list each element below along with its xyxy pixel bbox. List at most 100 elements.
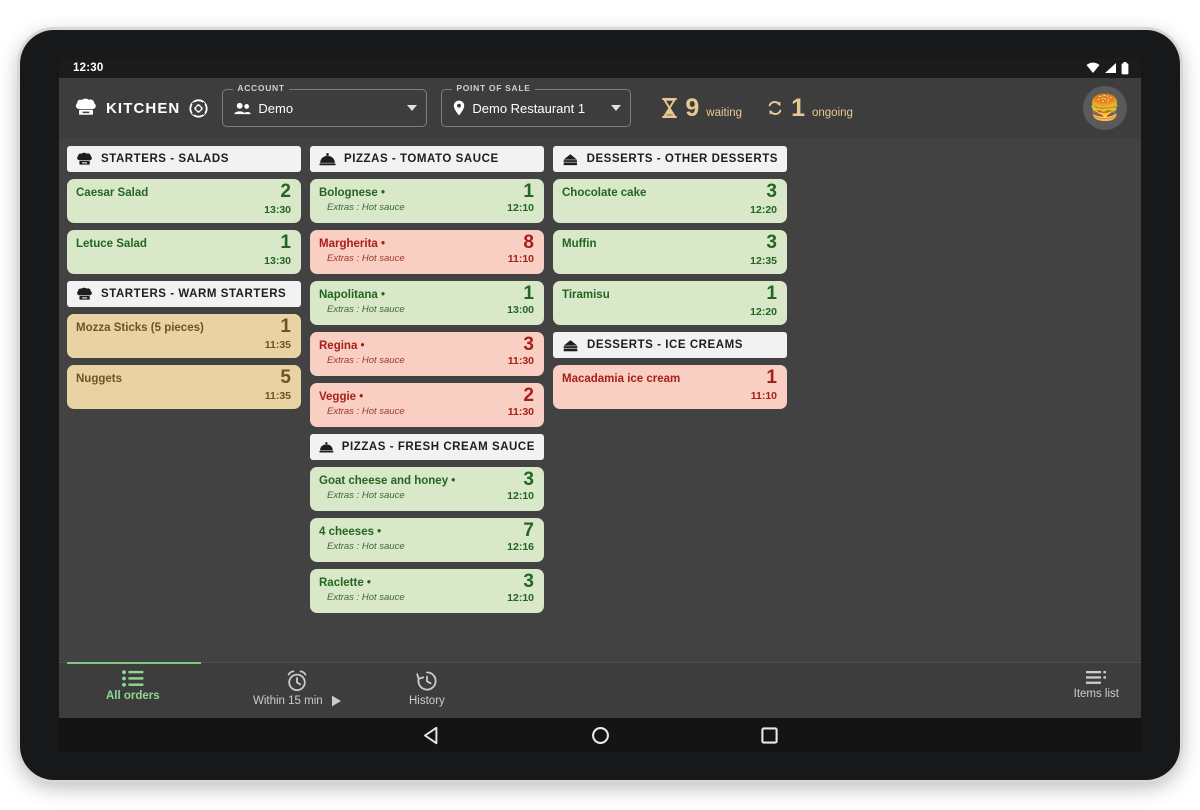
order-item-name: Letuce Salad [76, 238, 147, 250]
order-card-top-row: Bolognese • 1 [319, 181, 534, 202]
order-card-top-row: Macadamia ice cream 1 [562, 367, 777, 388]
point-of-sale-select-legend: POINT OF SALE [452, 83, 535, 93]
order-item-name: Regina • [319, 340, 365, 352]
order-card[interactable]: Caesar Salad 2 13:30 [67, 179, 301, 223]
order-item-name: Caesar Salad [76, 187, 149, 199]
order-card-bottom-row: 11:10 [562, 390, 777, 402]
chevron-down-icon[interactable] [611, 105, 622, 111]
order-item-name: Nuggets [76, 373, 122, 385]
app-title: KITCHEN [106, 99, 181, 117]
android-status-bar: 12:30 [59, 58, 1141, 78]
order-extras: Extras : Hot sauce [327, 406, 405, 418]
order-card-top-row: Raclette • 3 [319, 572, 534, 591]
order-card[interactable]: Napolitana • 1 Extras : Hot sauce 13:00 [310, 281, 544, 325]
order-item-name: Veggie • [319, 391, 364, 403]
chevron-down-icon[interactable] [407, 105, 418, 111]
back-triangle-icon[interactable] [422, 726, 441, 745]
order-time: 11:30 [507, 355, 534, 368]
avatar[interactable]: 🍔 [1083, 86, 1127, 130]
point-of-sale-select-value: Demo Restaurant 1 [472, 100, 586, 116]
order-card[interactable]: Letuce Salad 1 13:30 [67, 230, 301, 274]
cake-slice-icon [563, 339, 578, 351]
order-item-name: Margherita • [319, 238, 386, 250]
order-quantity: 2 [280, 181, 291, 202]
order-extras: Extras : Hot sauce [327, 253, 405, 265]
order-item-name: Raclette • [319, 577, 371, 589]
section-header-title: STARTERS - WARM STARTERS [101, 288, 287, 300]
section-header[interactable]: STARTERS - SALADS [67, 146, 301, 172]
order-card[interactable]: Muffin 3 12:35 [553, 230, 787, 274]
order-card-bottom-row: 12:35 [562, 255, 777, 267]
account-select[interactable]: ACCOUNT Demo [222, 83, 428, 127]
ongoing-count: 1 [791, 93, 805, 122]
board-column: DESSERTS - OTHER DESSERTS Chocolate cake 3… [553, 146, 787, 409]
order-card[interactable]: Goat cheese and honey • 3 Extras : Hot sau… [310, 467, 544, 511]
order-time: 13:00 [507, 304, 534, 317]
order-card[interactable]: Macadamia ice cream 1 11:10 [553, 365, 787, 409]
order-card[interactable]: Raclette • 3 Extras : Hot sauce 12:10 [310, 569, 544, 613]
order-quantity: 3 [523, 334, 534, 355]
order-item-name: Chocolate cake [562, 187, 647, 199]
nav-history[interactable]: History [409, 670, 445, 707]
ongoing-label: ongoing [812, 106, 853, 119]
recents-square-icon[interactable] [760, 726, 779, 745]
order-card-bottom-row: 12:20 [562, 306, 777, 318]
order-card-bottom-row: Extras : Hot sauce 11:10 [319, 253, 534, 265]
nav-all-orders[interactable]: All orders [106, 670, 160, 702]
order-card-top-row: Caesar Salad 2 [76, 181, 291, 202]
order-time: 12:20 [750, 204, 777, 217]
order-item-name: Napolitana • [319, 289, 386, 301]
signal-icon [1105, 63, 1116, 73]
order-card[interactable]: Veggie • 2 Extras : Hot sauce 11:30 [310, 383, 544, 427]
section-header-title: STARTERS - SALADS [101, 153, 229, 165]
nav-items-list[interactable]: Items list [1074, 670, 1119, 700]
order-card-top-row: Chocolate cake 3 [562, 182, 777, 201]
order-card[interactable]: Bolognese • 1 Extras : Hot sauce 12:10 [310, 179, 544, 223]
order-card[interactable]: Regina • 3 Extras : Hot sauce 11:30 [310, 332, 544, 376]
section-header[interactable]: STARTERS - WARM STARTERS [67, 281, 301, 307]
battery-icon [1121, 61, 1129, 74]
target-settings-icon[interactable] [189, 98, 208, 118]
order-time: 11:30 [507, 406, 534, 419]
order-quantity: 1 [766, 367, 777, 388]
section-header[interactable]: PIZZAS - FRESH CREAM SAUCE [310, 434, 544, 460]
order-card[interactable]: Chocolate cake 3 12:20 [553, 179, 787, 223]
order-card[interactable]: Margherita • 8 Extras : Hot sauce 11:10 [310, 230, 544, 274]
section-header[interactable]: PIZZAS - TOMATO SAUCE [310, 146, 544, 172]
section-header[interactable]: DESSERTS - OTHER DESSERTS [553, 146, 787, 172]
order-item-name: Goat cheese and honey • [319, 475, 456, 487]
order-time: 12:20 [750, 306, 777, 319]
nav-within-15-min[interactable]: Within 15 min [253, 670, 342, 707]
cake-slice-icon [563, 153, 577, 165]
order-quantity: 8 [523, 232, 534, 253]
order-card-bottom-row: 13:30 [76, 204, 291, 216]
order-item-name: Bolognese • [319, 187, 386, 199]
home-circle-icon[interactable] [591, 726, 610, 745]
order-card[interactable]: Tiramisu 1 12:20 [553, 281, 787, 325]
order-card[interactable]: Mozza Sticks (5 pieces) 1 11:35 [67, 314, 301, 358]
play-triangle-icon[interactable] [331, 695, 342, 707]
waiting-label: waiting [706, 106, 743, 119]
section-header[interactable]: DESSERTS - ICE CREAMS [553, 332, 787, 358]
nav-within-15-min-label: Within 15 min [253, 695, 323, 707]
order-card-top-row: Regina • 3 [319, 334, 534, 355]
order-card-top-row: Letuce Salad 1 [76, 233, 291, 252]
board-column: STARTERS - SALADS Caesar Salad 2 13:30 Letuc… [67, 146, 301, 409]
order-card-top-row: 4 cheeses • 7 [319, 520, 534, 541]
order-time: 12:10 [507, 592, 534, 605]
order-card-bottom-row: Extras : Hot sauce 13:00 [319, 304, 534, 316]
alarm-clock-icon [288, 670, 307, 692]
order-card-bottom-row: Extras : Hot sauce 12:10 [319, 490, 534, 502]
order-quantity: 7 [523, 520, 534, 541]
order-card[interactable]: 4 cheeses • 7 Extras : Hot sauce 12:16 [310, 518, 544, 562]
order-card-bottom-row: Extras : Hot sauce 12:10 [319, 202, 534, 214]
order-quantity: 1 [523, 181, 534, 202]
order-card[interactable]: Nuggets 5 11:35 [67, 365, 301, 409]
account-select-value: Demo [258, 100, 294, 116]
order-card-bottom-row: Extras : Hot sauce 11:30 [319, 355, 534, 367]
order-time: 11:10 [750, 390, 777, 403]
nav-items-list-label: Items list [1073, 688, 1119, 700]
order-item-name: Mozza Sticks (5 pieces) [76, 322, 204, 334]
order-time: 11:35 [264, 390, 291, 403]
point-of-sale-select[interactable]: POINT OF SALE Demo Restaurant 1 [441, 83, 632, 127]
